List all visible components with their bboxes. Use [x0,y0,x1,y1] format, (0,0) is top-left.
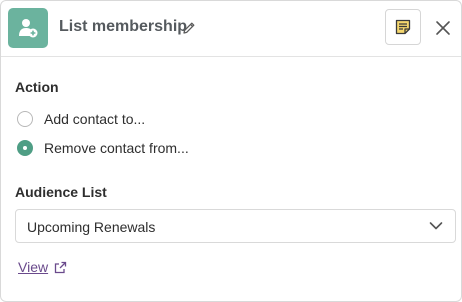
radio-label: Add contact to... [44,111,146,127]
radio-button[interactable] [17,111,33,127]
list-membership-panel: List membership Action Add contact to...… [0,0,462,302]
radio-remove-contact[interactable]: Remove contact from... [17,138,189,158]
chevron-down-icon [429,222,443,230]
view-link[interactable]: View [18,259,67,275]
page-title: List membership [59,18,188,35]
pencil-icon[interactable] [181,20,197,36]
radio-add-contact[interactable]: Add contact to... [17,109,145,129]
panel-header: List membership [1,1,461,57]
notes-button[interactable] [385,9,421,45]
contact-add-icon [8,8,48,48]
audience-list-select[interactable]: Upcoming Renewals [15,209,456,243]
audience-list-label: Audience List [15,184,107,200]
close-icon[interactable] [434,19,452,37]
note-icon [395,19,411,35]
selected-list-value: Upcoming Renewals [27,219,156,235]
view-link-text[interactable]: View [18,259,48,275]
external-link-icon [54,261,67,273]
radio-button-selected[interactable] [17,140,33,156]
radio-label: Remove contact from... [44,140,189,156]
action-label: Action [15,79,59,95]
